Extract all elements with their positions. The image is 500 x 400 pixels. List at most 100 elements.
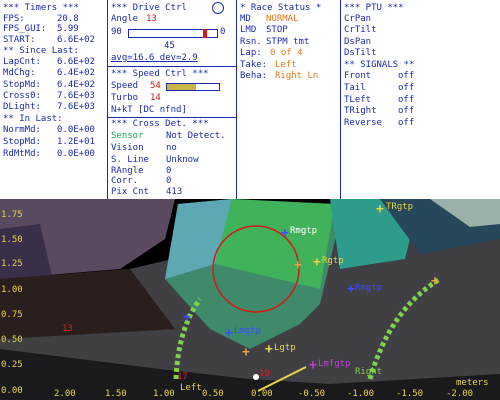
left-lane-label: Left bbox=[180, 383, 202, 393]
timers-header: *** Timers *** bbox=[3, 3, 79, 13]
angle-label: Angle bbox=[111, 14, 139, 24]
lmd-value: STOP bbox=[266, 25, 288, 35]
angle-slider[interactable] bbox=[128, 29, 218, 38]
since-value: 6.6E+02 bbox=[57, 57, 95, 67]
race-monitor-window: *** Timers *** FPS: 20.8 FPS_GUI: 5.99 S… bbox=[0, 0, 500, 400]
target-cross-icon: + bbox=[225, 326, 233, 341]
marker-19: 19 bbox=[259, 369, 270, 379]
target-label: Rmgtp bbox=[355, 283, 383, 293]
target-cross-icon: + bbox=[313, 255, 321, 270]
cross-rangle-value: 0 bbox=[166, 166, 172, 176]
angle-scale-left: 90 bbox=[111, 27, 122, 37]
ptu-item: DsPan bbox=[344, 37, 372, 47]
signal-value: off bbox=[398, 118, 415, 128]
x-tick: 0.00 bbox=[251, 389, 273, 399]
in-last-value: 0.0E+00 bbox=[57, 149, 95, 159]
since-value: 6.4E+02 bbox=[57, 80, 95, 90]
cross-det-header: *** Cross Det. *** bbox=[111, 119, 209, 129]
drive-ctrl-panel: *** Drive Ctrl Angle 13 90 0 45 avg=16.6… bbox=[107, 0, 236, 199]
angle-stats: avg=16.6 dev=2.9 bbox=[111, 53, 198, 63]
angle-value: 13 bbox=[146, 14, 157, 24]
signal-value: off bbox=[398, 83, 415, 93]
ptu-header: *** PTU *** bbox=[344, 3, 404, 13]
ptu-item: DsTilt bbox=[344, 48, 377, 58]
drive-header: *** Drive Ctrl bbox=[111, 3, 187, 13]
cross-rangle-label: RAngle bbox=[111, 166, 144, 176]
x-tick: -2.00 bbox=[446, 389, 474, 399]
speed-header: *** Speed Ctrl *** bbox=[111, 69, 209, 79]
angle-deviation: dev=2.9 bbox=[159, 53, 198, 63]
marker-13: 13 bbox=[62, 324, 73, 334]
fps-label: FPS: bbox=[3, 14, 25, 24]
signals-header: ** SIGNALS ** bbox=[344, 60, 415, 70]
ptu-item: CrPan bbox=[344, 14, 372, 24]
angle-average: avg=16.6 bbox=[111, 53, 155, 63]
in-last-label: RdMtMd: bbox=[3, 149, 41, 159]
signal-label: TLeft bbox=[344, 95, 372, 105]
ptu-item: CrTilt bbox=[344, 25, 377, 35]
target-cross-icon: + bbox=[376, 202, 384, 217]
cross-sensor-value: Not Detect. bbox=[166, 131, 226, 141]
md-label: MD bbox=[240, 14, 251, 24]
angle-scale-center: 45 bbox=[164, 41, 175, 51]
start-label: START: bbox=[3, 35, 36, 45]
divider bbox=[108, 66, 236, 67]
lmd-label: LMD bbox=[240, 25, 257, 35]
speed-value: 54 bbox=[150, 81, 161, 91]
x-tick: 1.50 bbox=[105, 389, 127, 399]
target-cross-icon: + bbox=[294, 258, 302, 273]
since-value: 6.4E+02 bbox=[57, 68, 95, 78]
cross-vision-label: Vision bbox=[111, 143, 144, 153]
nkt-status: N+kT [DC nfnd] bbox=[111, 105, 187, 115]
take-value: Left bbox=[275, 60, 297, 70]
signal-label: Front bbox=[344, 71, 372, 81]
since-label: Cross0: bbox=[3, 91, 41, 101]
fps-gui-label: FPS_GUI: bbox=[3, 24, 47, 34]
in-last-header: ** In Last: bbox=[3, 114, 63, 124]
cross-sensor-label: Sensor bbox=[111, 131, 144, 141]
marker-17: 17 bbox=[177, 372, 188, 382]
fps-value: 20.8 bbox=[57, 14, 79, 24]
y-tick: 0.50 bbox=[1, 335, 23, 345]
divider bbox=[108, 117, 236, 118]
target-cross-icon: + bbox=[265, 342, 273, 357]
y-tick: 1.75 bbox=[1, 210, 23, 220]
x-tick: -0.50 bbox=[298, 389, 326, 399]
speed-bar bbox=[166, 83, 220, 91]
signal-value: off bbox=[398, 106, 415, 116]
speed-bar-fill bbox=[167, 84, 196, 90]
take-label: Take: bbox=[240, 60, 268, 70]
camera-view: 1.75 1.50 1.25 1.00 0.75 0.50 0.25 0.00 … bbox=[0, 199, 500, 400]
rsn-label: Rsn. bbox=[240, 37, 262, 47]
signal-label: TRight bbox=[344, 106, 377, 116]
target-label: Rgtp bbox=[322, 256, 344, 266]
units-label: meters bbox=[456, 378, 489, 388]
cross-pixcnt-label: Pix Cnt bbox=[111, 187, 149, 197]
y-tick: 1.00 bbox=[1, 285, 23, 295]
md-value: NORMAL bbox=[266, 14, 299, 24]
since-label: MdChg: bbox=[3, 68, 36, 78]
timers-panel: *** Timers *** FPS: 20.8 FPS_GUI: 5.99 S… bbox=[0, 0, 106, 199]
beha-value: Right Ln bbox=[275, 71, 319, 81]
x-tick: 2.00 bbox=[54, 389, 76, 399]
target-label: Lmgtp bbox=[234, 326, 262, 336]
target-label: TRgtp bbox=[386, 202, 414, 212]
lap-label: Lap: bbox=[240, 48, 262, 58]
x-tick: 1.00 bbox=[153, 389, 175, 399]
turbo-value: 14 bbox=[150, 93, 161, 103]
since-value: 7.6E+03 bbox=[57, 102, 95, 112]
right-lane-label: Right bbox=[355, 367, 383, 377]
cross-corr-label: Corr. bbox=[111, 176, 139, 186]
x-tick: -1.50 bbox=[396, 389, 424, 399]
cross-vision-value: no bbox=[166, 143, 177, 153]
angle-slider-marker bbox=[202, 29, 207, 38]
beha-label: Beha: bbox=[240, 71, 268, 81]
since-last-header: ** Since Last: bbox=[3, 46, 79, 56]
speed-label: Speed bbox=[111, 81, 139, 91]
signal-label: Tail bbox=[344, 83, 366, 93]
x-tick: 0.50 bbox=[202, 389, 224, 399]
target-label: Rmgtp bbox=[290, 226, 318, 236]
in-last-label: NormMd: bbox=[3, 125, 41, 135]
target-cross-icon: + bbox=[347, 282, 355, 297]
drive-close-icon[interactable] bbox=[212, 2, 224, 14]
